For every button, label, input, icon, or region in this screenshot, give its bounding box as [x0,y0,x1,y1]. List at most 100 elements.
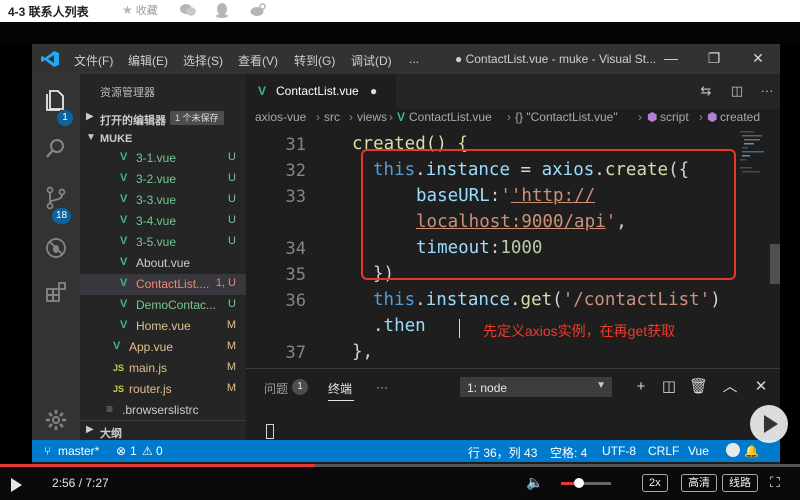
menu-view[interactable]: 查看(V) [238,52,278,69]
split-terminal-icon[interactable]: ◫ [660,377,678,397]
line-number: 37 [285,343,306,363]
source-control-icon[interactable] [44,186,68,210]
close-icon[interactable]: ✕ [752,377,770,397]
play-icon[interactable] [11,478,22,492]
split-editor-icon[interactable]: ◫ [728,82,746,100]
open-editors-section[interactable]: ▶ 打开的编辑器 1 个未保存 [80,108,246,128]
breadcrumb-folder[interactable]: axios-vue [255,110,306,124]
file-row[interactable]: V 3-3.vue U [80,190,246,211]
file-name: 3-3.vue [136,193,177,207]
file-row[interactable]: V 3-5.vue U [80,232,246,253]
menu-selection[interactable]: 选择(S) [183,52,223,69]
project-name: MUKE [100,133,133,145]
cube-icon: ⬢ [707,110,718,124]
breadcrumb-file[interactable]: ContactList.vue [409,110,492,124]
branch-icon: ⑂ [44,444,52,458]
file-row[interactable]: V DemoContac... U [80,295,246,316]
play-overlay-button[interactable] [750,405,788,443]
warning-icon: ⚠ [142,444,153,458]
minimap[interactable] [738,127,764,187]
file-row[interactable]: JS main.js M [80,358,246,379]
menu-edit[interactable]: 编辑(E) [128,52,168,69]
breadcrumb-symbol[interactable]: script [660,110,689,124]
more-actions-icon[interactable]: ··· [758,82,776,100]
share-qq-button[interactable] [215,2,229,18]
line-ending[interactable]: CRLF [648,444,679,458]
search-icon[interactable] [44,136,68,160]
file-row[interactable]: V About.vue [80,253,246,274]
extensions-icon[interactable] [44,280,68,304]
panel-more-button[interactable]: ··· [376,380,388,394]
new-terminal-icon[interactable]: + [632,377,650,397]
menu-debug[interactable]: 调试(D) [351,52,392,69]
error-count[interactable]: 1 [130,444,137,458]
open-changes-icon[interactable]: ⇆ [697,82,715,100]
file-status: U [228,214,236,226]
unsaved-dot-icon[interactable]: ● [370,84,377,98]
file-row[interactable]: V 3-4.vue U [80,211,246,232]
file-row[interactable]: JS router.js M [80,379,246,400]
js-file-icon: JS [113,363,125,373]
menu-more[interactable]: ... [409,52,419,66]
outline-section[interactable]: ▶ 大纲 [80,420,246,440]
code-token: then [383,316,426,336]
file-row-selected[interactable]: V ContactList.... 1, U [80,274,246,295]
minimize-icon[interactable]: — [664,51,678,65]
terminal-select[interactable]: 1: node ▼ [460,377,612,397]
vue-file-icon: V [120,151,128,163]
breadcrumb-module[interactable]: {} "ContactList.vue" [515,110,618,124]
annotation-text: 先定义axios实例，在再get获取 [483,323,676,339]
course-header: 4-3 联系人列表 ★ 收藏 [0,0,800,22]
file-name: DemoContac... [136,298,217,312]
line-number: 34 [285,239,306,259]
editor-scrollbar[interactable] [770,244,780,284]
menu-go[interactable]: 转到(G) [294,52,335,69]
menu-file[interactable]: 文件(F) [74,52,113,69]
close-icon[interactable]: ✕ [751,51,765,65]
file-row[interactable]: V App.vue M [80,337,246,358]
breadcrumb-folder[interactable]: src [324,110,340,124]
wechat-icon [180,4,196,16]
avatar[interactable] [726,443,740,457]
playback-speed-button[interactable]: 2x [642,474,668,492]
fullscreen-icon[interactable]: ⛶ [770,474,780,491]
quality-button[interactable]: 高清 [681,474,717,492]
breadcrumb-symbol[interactable]: created [720,110,760,124]
cursor-position[interactable]: 行 36，列 43 [468,444,537,461]
breadcrumb-folder[interactable]: views [357,110,387,124]
favorite-button[interactable]: ★ 收藏 [122,2,158,18]
volume-knob[interactable] [574,478,584,488]
share-wechat-button[interactable] [180,2,196,18]
tab-contactlist[interactable]: V ContactList.vue ● [246,74,396,109]
language-mode[interactable]: Vue [688,444,709,458]
highlight-box [361,149,736,280]
file-row[interactable]: V 3-2.vue U [80,169,246,190]
restore-icon[interactable]: ❐ [707,51,721,65]
file-row[interactable]: V Home.vue M [80,316,246,337]
chevron-up-icon[interactable]: ︿ [721,377,739,397]
debug-icon[interactable] [44,236,68,260]
file-name: main.js [129,361,168,375]
tab-terminal[interactable]: 终端 [328,380,352,397]
volume-icon[interactable]: 🔈 [526,474,543,491]
favorite-label: 收藏 [135,5,158,17]
file-row[interactable]: V 3-1.vue U [80,148,246,169]
project-section[interactable]: ▼ MUKE [80,129,246,149]
tab-problems[interactable]: 问题 [264,380,288,397]
indent-setting[interactable]: 空格: 4 [550,444,587,461]
problems-count-badge: 1 [292,379,308,395]
file-row[interactable]: ≡ .browserslistrc [80,400,246,421]
trash-icon[interactable]: 🗑 [689,377,708,397]
encoding[interactable]: UTF-8 [602,444,636,458]
explorer-badge: 1 [57,110,73,126]
explorer-icon[interactable] [44,88,68,112]
git-branch[interactable]: master* [58,444,99,458]
code-token: get [520,290,553,310]
code-editor[interactable]: 31 32 33 34 35 36 37 created() { this.in… [246,127,780,368]
route-button[interactable]: 线路 [722,474,758,492]
notification-bell-icon[interactable]: 🔔 [744,444,759,458]
warning-count[interactable]: 0 [156,444,163,458]
settings-gear-icon[interactable] [44,408,68,432]
share-weibo-button[interactable] [250,2,266,18]
file-status: U [228,193,236,205]
